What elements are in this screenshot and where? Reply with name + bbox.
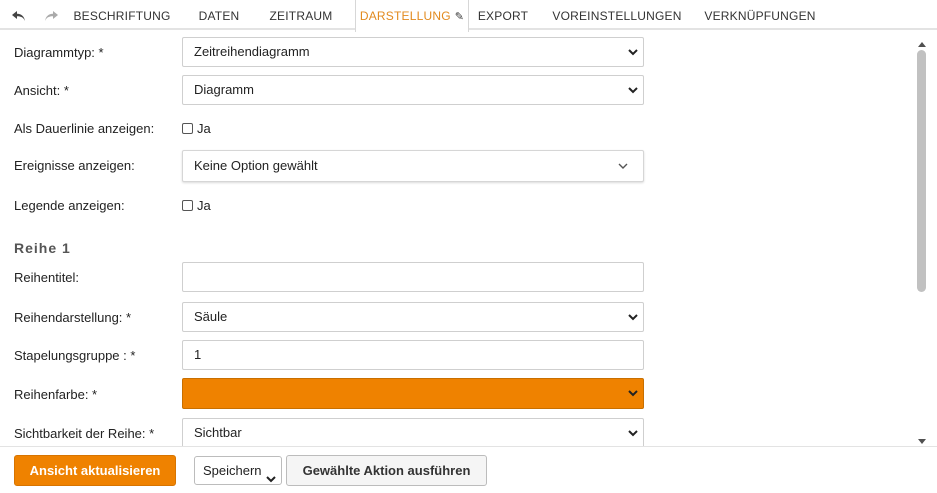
diagrammtyp-select[interactable]: Zeitreihendiagramm — [182, 37, 644, 67]
reihenfarbe-select[interactable] — [182, 378, 644, 409]
pencil-icon: ✎ — [454, 11, 465, 23]
sichtbarkeit-select[interactable]: Sichtbar — [182, 418, 644, 446]
chevron-down-icon — [617, 161, 629, 171]
ereignisse-multiselect[interactable]: Keine Option gewählt — [182, 150, 644, 182]
tab-bar: BESCHRIFTUNG DATEN ZEITRAUM DARSTELLUNG ✎… — [0, 0, 937, 32]
legende-label: Legende anzeigen: — [14, 198, 125, 213]
action-bar: Ansicht aktualisieren Speichern Gewählte… — [0, 446, 937, 490]
chevron-down-icon — [627, 312, 639, 322]
vertical-scrollbar[interactable] — [913, 32, 931, 446]
reihenfarbe-label: Reihenfarbe: * — [14, 387, 98, 402]
reihendarstellung-select[interactable]: Säule — [182, 302, 644, 332]
scroll-down-arrow-icon[interactable] — [917, 434, 927, 444]
chevron-down-icon — [627, 85, 639, 95]
stapelungsgruppe-input[interactable]: 1 — [182, 340, 644, 370]
ansicht-select[interactable]: Diagramm — [182, 75, 644, 105]
diagrammtyp-label: Diagrammtyp: * — [14, 45, 104, 60]
stapelungsgruppe-label: Stapelungsgruppe : * — [14, 348, 136, 363]
tab-zeitraum[interactable]: ZEITRAUM — [258, 0, 344, 30]
reihentitel-input[interactable] — [182, 262, 644, 292]
sichtbarkeit-value: Sichtbar — [194, 425, 242, 440]
redo-icon[interactable] — [43, 9, 59, 23]
legende-checkbox[interactable] — [182, 200, 193, 211]
legende-checkbox-group: Ja — [182, 198, 211, 213]
dauerlinie-label: Als Dauerlinie anzeigen: — [14, 121, 155, 136]
tab-darstellung-label: DARSTELLUNG — [359, 9, 451, 23]
chevron-down-icon — [627, 428, 639, 438]
tab-beschriftung[interactable]: BESCHRIFTUNG — [64, 0, 180, 30]
section-title-reihe: Reihe 1 — [14, 240, 71, 256]
chevron-down-icon — [627, 47, 639, 57]
ereignisse-value: Keine Option gewählt — [194, 158, 318, 173]
legende-option-label: Ja — [197, 198, 211, 213]
settings-form: Diagrammtyp: * Zeitreihendiagramm Ansich… — [0, 32, 915, 446]
tab-export[interactable]: EXPORT — [470, 0, 536, 30]
ansicht-value: Diagramm — [194, 82, 254, 97]
scroll-up-arrow-icon[interactable] — [917, 36, 927, 47]
tab-darstellung[interactable]: DARSTELLUNG ✎ — [355, 0, 469, 32]
dauerlinie-checkbox-group: Ja — [182, 121, 211, 136]
diagrammtyp-value: Zeitreihendiagramm — [194, 44, 310, 59]
update-view-button[interactable]: Ansicht aktualisieren — [14, 455, 176, 486]
tab-verknuepfungen[interactable]: VERKNÜPFUNGEN — [700, 0, 820, 30]
ansicht-label: Ansicht: * — [14, 83, 69, 98]
dauerlinie-option-label: Ja — [197, 121, 211, 136]
tab-daten[interactable]: DATEN — [186, 0, 252, 30]
chevron-down-icon — [265, 466, 277, 493]
reihendarstellung-value: Säule — [194, 309, 228, 324]
ereignisse-label: Ereignisse anzeigen: — [14, 158, 135, 173]
execute-action-button[interactable]: Gewählte Aktion ausführen — [286, 455, 487, 486]
reihentitel-label: Reihentitel: — [14, 270, 80, 285]
reihendarstellung-label: Reihendarstellung: * — [14, 310, 132, 325]
chevron-down-icon — [627, 388, 639, 398]
save-select[interactable]: Speichern — [194, 456, 282, 485]
save-select-value: Speichern — [203, 463, 262, 478]
undo-icon[interactable] — [11, 9, 27, 23]
tab-voreinstellungen[interactable]: VOREINSTELLUNGEN — [550, 0, 684, 30]
dauerlinie-checkbox[interactable] — [182, 123, 193, 134]
scrollbar-thumb[interactable] — [917, 50, 926, 292]
sichtbarkeit-label: Sichtbarkeit der Reihe: * — [14, 426, 155, 441]
